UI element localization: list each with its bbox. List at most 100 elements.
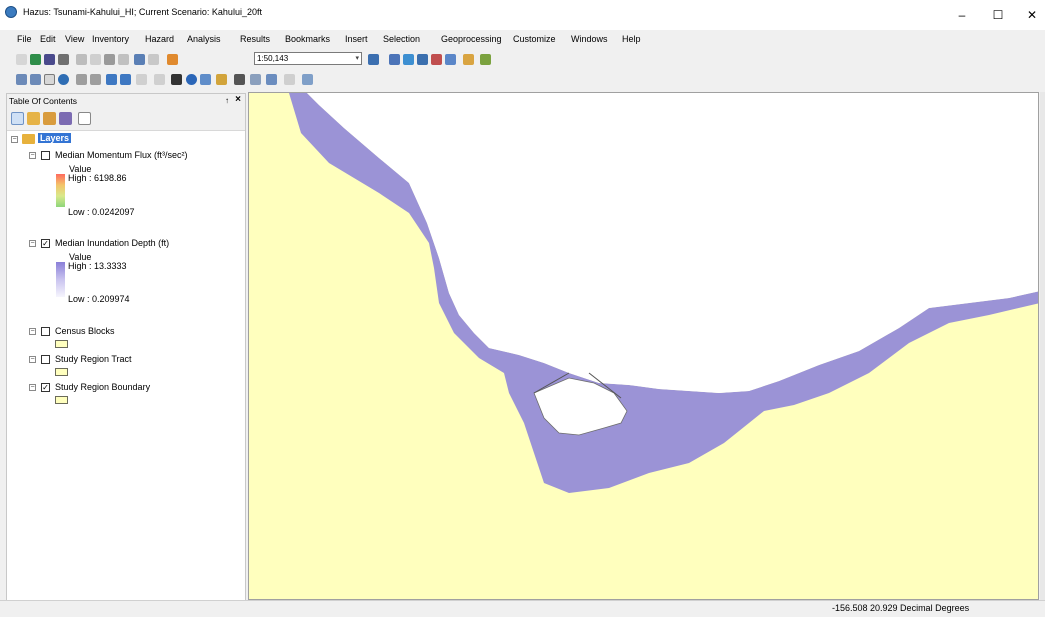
map-scale-value: 1:50,143 <box>257 54 289 63</box>
arctoolbox-icon[interactable] <box>431 54 442 65</box>
layer-1-checkbox[interactable] <box>41 151 50 160</box>
close-button[interactable]: ✕ <box>1014 0 1045 30</box>
menu-customize[interactable]: Customize <box>513 34 556 44</box>
redo-icon[interactable] <box>148 54 159 65</box>
list-by-selection-icon[interactable] <box>59 112 72 125</box>
menu-bar: File Edit View Inventory Hazard Analysis… <box>0 30 1045 48</box>
fixed-zoom-in-icon[interactable] <box>76 74 87 85</box>
chevron-down-icon: ▾ <box>355 55 359 62</box>
layer-4-symbol <box>55 368 68 376</box>
go-to-xy-icon[interactable] <box>266 74 277 85</box>
html-popup-icon[interactable] <box>200 74 211 85</box>
layers-stack-icon <box>22 134 35 144</box>
map-view[interactable] <box>248 92 1039 600</box>
help-tool-icon[interactable] <box>480 54 491 65</box>
inundation-map-canvas[interactable] <box>249 93 1039 600</box>
hazus-app-icon <box>5 6 17 18</box>
layer-3-checkbox[interactable] <box>41 327 50 336</box>
menu-windows[interactable]: Windows <box>571 34 608 44</box>
zoom-out-icon[interactable] <box>30 74 41 85</box>
layer-2-name[interactable]: Median Inundation Depth (ft) <box>55 238 169 248</box>
forward-arrow-icon[interactable] <box>120 74 131 85</box>
standard-toolbar: 1:50,143 ▾ <box>0 50 1045 70</box>
layer-3-name[interactable]: Census Blocks <box>55 326 115 336</box>
list-by-visibility-icon[interactable] <box>43 112 56 125</box>
catalog-icon[interactable] <box>403 54 414 65</box>
layer-5-name[interactable]: Study Region Boundary <box>55 382 150 392</box>
toc-close-button[interactable]: × <box>235 93 241 107</box>
fixed-zoom-out-icon[interactable] <box>90 74 101 85</box>
window-title: Hazus: Tsunami-Kahului_HI; Current Scena… <box>23 7 262 17</box>
identify-icon[interactable] <box>186 74 197 85</box>
menu-bookmarks[interactable]: Bookmarks <box>285 34 330 44</box>
modelbuilder-icon[interactable] <box>463 54 474 65</box>
find-route-icon[interactable] <box>250 74 261 85</box>
table-icon[interactable] <box>389 54 400 65</box>
collapse-layer-2-icon[interactable]: − <box>29 240 36 247</box>
copy-icon[interactable] <box>90 54 101 65</box>
measure-icon[interactable] <box>216 74 227 85</box>
undo-icon[interactable] <box>134 54 145 65</box>
layer-2-high-label: High : 13.3333 <box>68 261 127 271</box>
list-by-drawing-order-icon[interactable] <box>11 112 24 125</box>
collapse-layer-5-icon[interactable]: − <box>29 384 36 391</box>
select-features-icon[interactable] <box>136 74 147 85</box>
menu-geoprocessing[interactable]: Geoprocessing <box>441 34 502 44</box>
collapse-layer-3-icon[interactable]: − <box>29 328 36 335</box>
menu-edit[interactable]: Edit <box>40 34 56 44</box>
delete-icon[interactable] <box>118 54 129 65</box>
save-icon[interactable] <box>44 54 55 65</box>
layer-4-name[interactable]: Study Region Tract <box>55 354 132 364</box>
menu-hazard[interactable]: Hazard <box>145 34 174 44</box>
minimize-button[interactable]: – <box>944 0 980 30</box>
layer-2-checkbox[interactable]: ✓ <box>41 239 50 248</box>
maximize-button[interactable]: ☐ <box>980 0 1016 30</box>
collapse-layers-icon[interactable]: − <box>11 136 18 143</box>
add-data-dropdown-icon[interactable] <box>167 54 178 65</box>
menu-view[interactable]: View <box>65 34 84 44</box>
options-icon[interactable] <box>78 112 91 125</box>
layer-5-symbol <box>55 396 68 404</box>
add-data-icon[interactable] <box>30 54 41 65</box>
toc-header: Table Of Contents ↑ × <box>7 94 245 108</box>
viewer-window-icon[interactable] <box>302 74 313 85</box>
menu-results[interactable]: Results <box>240 34 270 44</box>
search-window-icon[interactable] <box>417 54 428 65</box>
python-window-icon[interactable] <box>445 54 456 65</box>
list-by-source-icon[interactable] <box>27 112 40 125</box>
back-arrow-icon[interactable] <box>106 74 117 85</box>
menu-file[interactable]: File <box>17 34 32 44</box>
layer-3-symbol <box>55 340 68 348</box>
ocean-area <box>307 93 1038 393</box>
layer-1-low-label: Low : 0.0242097 <box>68 207 135 217</box>
edit-tool-icon[interactable] <box>16 54 27 65</box>
print-icon[interactable] <box>58 54 69 65</box>
paste-icon[interactable] <box>104 54 115 65</box>
find-icon[interactable] <box>234 74 245 85</box>
pin-icon[interactable]: ↑ <box>225 94 229 108</box>
menu-selection[interactable]: Selection <box>383 34 420 44</box>
menu-help[interactable]: Help <box>622 34 641 44</box>
menu-insert[interactable]: Insert <box>345 34 368 44</box>
collapse-layer-4-icon[interactable]: − <box>29 356 36 363</box>
zoom-in-icon[interactable] <box>16 74 27 85</box>
layers-root-label[interactable]: Layers <box>38 133 72 143</box>
cut-icon[interactable] <box>76 54 87 65</box>
full-extent-icon[interactable] <box>58 74 69 85</box>
time-slider-icon[interactable] <box>284 74 295 85</box>
right-dock-strip <box>1040 92 1045 600</box>
map-scale-combo[interactable]: 1:50,143 ▾ <box>254 52 362 65</box>
collapse-layer-1-icon[interactable]: − <box>29 152 36 159</box>
pan-icon[interactable] <box>44 74 55 85</box>
layer-1-high-label: High : 6198.86 <box>68 173 127 183</box>
layer-4-checkbox[interactable] <box>41 355 50 364</box>
editor-toolbar-icon[interactable] <box>368 54 379 65</box>
clear-selection-icon[interactable] <box>154 74 165 85</box>
select-elements-icon[interactable] <box>171 74 182 85</box>
status-bar: -156.508 20.929 Decimal Degrees <box>0 600 1045 617</box>
layer-1-name[interactable]: Median Momentum Flux (ft³/sec²) <box>55 150 188 160</box>
layer-5-checkbox[interactable]: ✓ <box>41 383 50 392</box>
tools-toolbar <box>0 70 1045 90</box>
menu-analysis[interactable]: Analysis <box>187 34 221 44</box>
menu-inventory[interactable]: Inventory <box>92 34 129 44</box>
